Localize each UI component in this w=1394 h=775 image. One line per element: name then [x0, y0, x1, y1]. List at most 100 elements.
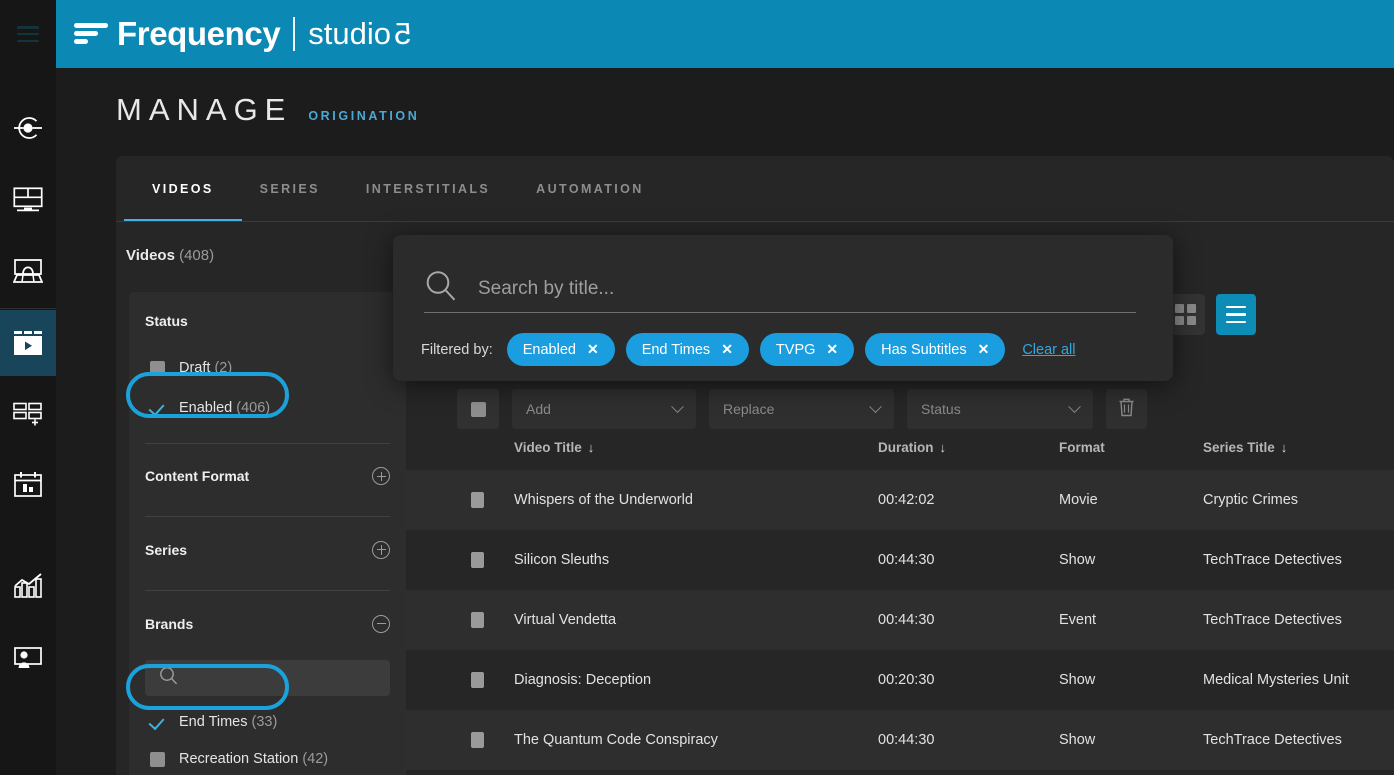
- column-header-video-title[interactable]: Video Title ↓: [514, 440, 594, 455]
- filter-option-label: Draft (2): [179, 360, 232, 376]
- checkbox-end-times[interactable]: [150, 715, 165, 730]
- nav-rail: [0, 68, 56, 775]
- tab-underline: [116, 221, 1394, 222]
- filter-section-brands[interactable]: Brands: [145, 591, 390, 656]
- filter-option-recreation-station[interactable]: Recreation Station (42): [145, 741, 390, 775]
- filtered-by-row: Filtered by: Enabled ✕ End Times ✕ TVPG …: [421, 333, 1076, 366]
- sidebar-item-channels[interactable]: [0, 167, 56, 233]
- delete-button[interactable]: [1106, 389, 1147, 429]
- row-checkbox[interactable]: [471, 732, 484, 748]
- clear-all-link[interactable]: Clear all: [1022, 342, 1075, 358]
- sidebar-item-analytics[interactable]: [0, 553, 56, 619]
- chip-label: Enabled: [522, 341, 576, 358]
- status-dropdown[interactable]: Status: [907, 389, 1093, 429]
- search-icon: [424, 269, 458, 308]
- cell-duration: 00:20:30: [878, 672, 935, 688]
- page-title-main: MANAGE: [116, 92, 293, 127]
- cell-duration: 00:44:30: [878, 612, 935, 628]
- table-row[interactable]: Virtual Vendetta 00:44:30 Event TechTrac…: [406, 590, 1394, 650]
- filter-section-content-format[interactable]: Content Format: [145, 444, 390, 508]
- list-view-button[interactable]: [1216, 294, 1256, 335]
- page-subtitle: ORIGINATION: [308, 109, 420, 123]
- chevron-down-icon: [671, 399, 684, 413]
- tab-automation[interactable]: AUTOMATION: [536, 156, 644, 222]
- brand-sub-text: studio: [308, 16, 392, 51]
- filter-option-label: Recreation Station (42): [179, 751, 328, 767]
- chip-label: TVPG: [775, 341, 816, 358]
- videos-label: Videos: [126, 247, 175, 264]
- label-count: (2): [214, 360, 233, 376]
- hamburger-icon[interactable]: [17, 26, 39, 42]
- column-label: Format: [1059, 440, 1105, 455]
- tab-interstitials[interactable]: INTERSTITIALS: [366, 156, 490, 222]
- grid-view-icon: [1174, 304, 1196, 325]
- expand-content-format-icon[interactable]: [372, 467, 390, 485]
- brand-search-input[interactable]: [178, 670, 358, 686]
- sidebar-item-presentation[interactable]: [0, 238, 56, 304]
- expand-series-icon[interactable]: [372, 540, 390, 559]
- tab-series[interactable]: SERIES: [260, 156, 320, 222]
- cell-series-title: Cryptic Crimes: [1203, 492, 1299, 508]
- column-label: Series Title: [1203, 440, 1275, 455]
- status-dropdown-label: Status: [921, 401, 961, 417]
- column-header-duration[interactable]: Duration ↓: [878, 440, 946, 455]
- checkbox-draft[interactable]: [150, 360, 165, 376]
- table-row[interactable]: Silicon Sleuths 00:44:30 Show TechTrace …: [406, 530, 1394, 590]
- column-header-format[interactable]: Format: [1059, 440, 1105, 455]
- table-row[interactable]: The Quantum Code Conspiracy 00:44:30 Sho…: [406, 710, 1394, 770]
- row-checkbox[interactable]: [471, 612, 484, 628]
- close-icon[interactable]: ✕: [978, 341, 990, 358]
- filter-chip-tvpg[interactable]: TVPG ✕: [759, 333, 855, 366]
- cell-format: Show: [1059, 672, 1096, 688]
- row-checkbox[interactable]: [471, 672, 484, 688]
- label-text: Draft: [179, 360, 211, 376]
- sidebar-item-schedule[interactable]: [0, 451, 56, 517]
- filter-section-series[interactable]: Series: [145, 517, 390, 582]
- nav-divider: [0, 308, 56, 309]
- filter-option-enabled[interactable]: Enabled (406): [145, 390, 390, 426]
- select-all-checkbox[interactable]: [457, 389, 499, 429]
- collapse-brands-icon[interactable]: [372, 614, 390, 633]
- row-checkbox[interactable]: [471, 552, 484, 568]
- filter-option-draft[interactable]: Draft (2): [145, 350, 390, 386]
- checkbox-enabled[interactable]: [150, 401, 165, 416]
- filter-panel: Status Draft (2) Enabled (406) Content F…: [129, 292, 406, 775]
- close-icon[interactable]: ✕: [721, 341, 733, 358]
- sort-arrow-down-icon: ↓: [939, 440, 947, 455]
- cell-series-title: TechTrace Detectives: [1203, 612, 1342, 628]
- add-dropdown[interactable]: Add: [512, 389, 696, 429]
- chip-label: End Times: [641, 341, 711, 358]
- calendar-icon: [13, 471, 43, 498]
- chevron-down-icon: [1068, 399, 1081, 413]
- analytics-icon: [13, 573, 43, 599]
- replace-dropdown[interactable]: Replace: [709, 389, 894, 429]
- close-icon[interactable]: ✕: [826, 341, 838, 358]
- search-input[interactable]: [478, 277, 1118, 300]
- filter-chip-has-subtitles[interactable]: Has Subtitles ✕: [865, 333, 1006, 366]
- page-title: MANAGE ORIGINATION: [116, 92, 419, 128]
- table-row[interactable]: Diagnosis: Deception 00:20:30 Show Medic…: [406, 650, 1394, 710]
- sidebar-item-collections[interactable]: [0, 381, 56, 447]
- close-icon[interactable]: ✕: [587, 341, 599, 358]
- search-filter-overlay: Filtered by: Enabled ✕ End Times ✕ TVPG …: [393, 235, 1173, 381]
- filter-section-title: Series: [145, 541, 188, 558]
- label-count: (33): [251, 714, 278, 730]
- filter-section-title: Status: [145, 313, 188, 329]
- brand-search-box[interactable]: [145, 660, 390, 696]
- sidebar-item-audience[interactable]: [0, 625, 56, 691]
- filtered-by-label: Filtered by:: [421, 341, 493, 358]
- filter-chip-end-times[interactable]: End Times ✕: [625, 333, 749, 366]
- sidebar-item-live[interactable]: [0, 95, 56, 161]
- cell-duration: 00:44:30: [878, 552, 935, 568]
- table-row[interactable]: Whispers of the Underworld 00:42:02 Movi…: [406, 470, 1394, 530]
- filter-option-end-times[interactable]: End Times (33): [145, 704, 390, 740]
- filter-chip-enabled[interactable]: Enabled ✕: [506, 333, 615, 366]
- tab-videos[interactable]: VIDEOS: [124, 156, 242, 222]
- filter-option-label: End Times (33): [179, 714, 277, 730]
- checkbox-recreation-station[interactable]: [150, 751, 165, 767]
- audience-icon: [13, 646, 43, 670]
- brand-subname: studio5: [308, 14, 411, 54]
- column-header-series-title[interactable]: Series Title ↓: [1203, 440, 1287, 455]
- sidebar-item-manage[interactable]: [0, 310, 56, 376]
- row-checkbox[interactable]: [471, 492, 484, 508]
